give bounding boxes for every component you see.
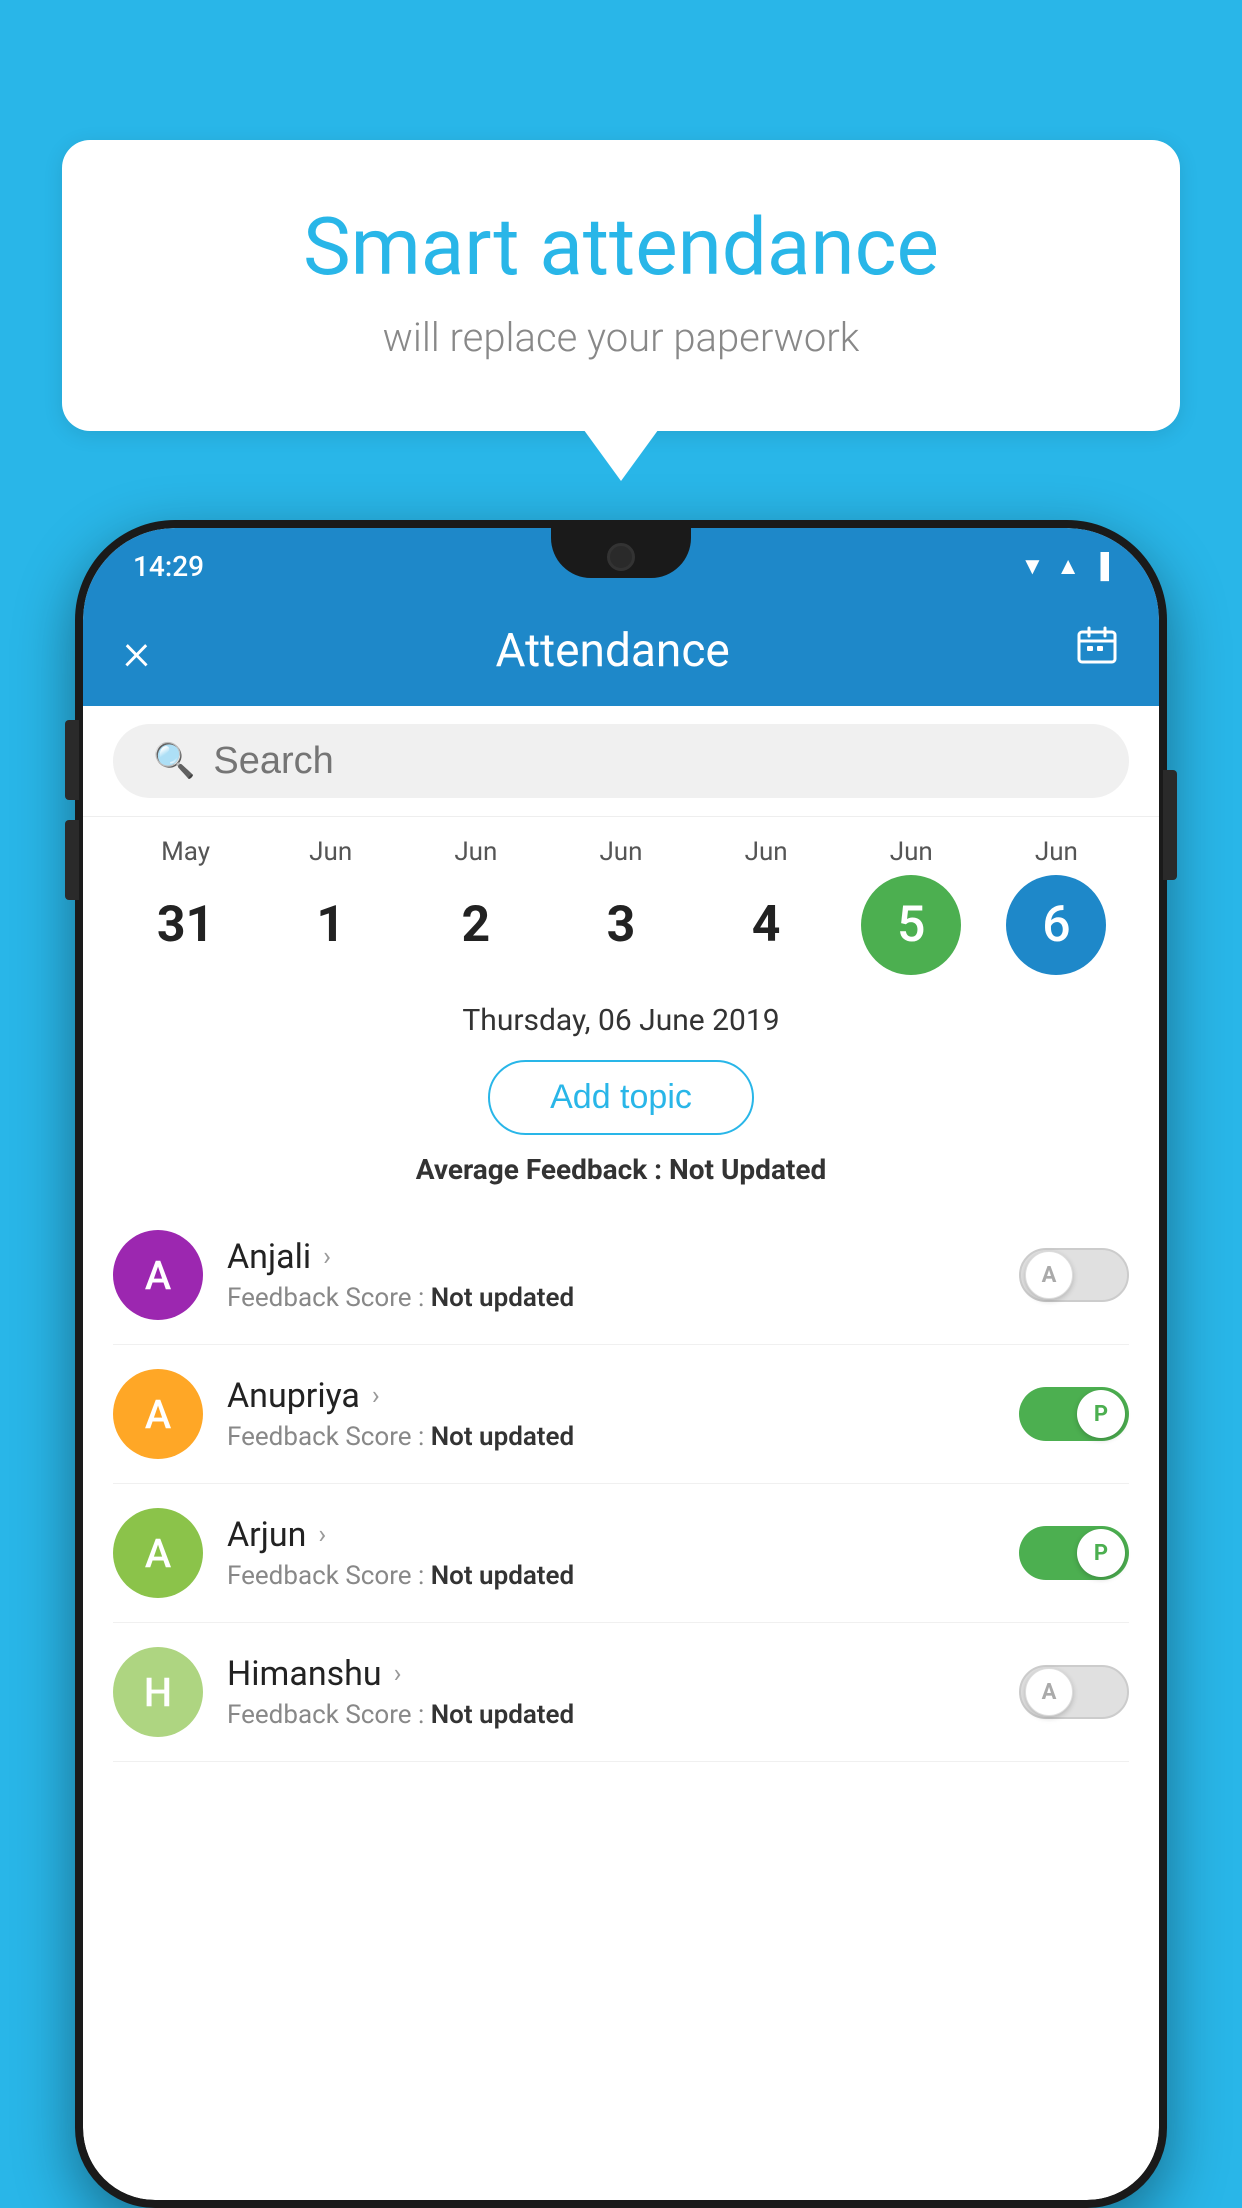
student-info: Anjali › Feedback Score : Not updated bbox=[227, 1237, 995, 1313]
search-container: 🔍 bbox=[83, 706, 1159, 817]
date-day[interactable]: 4 bbox=[716, 875, 816, 975]
date-day[interactable]: 6 bbox=[1006, 875, 1106, 975]
volume-up-button bbox=[65, 720, 79, 800]
feedback-value: Not updated bbox=[431, 1422, 574, 1452]
feedback-score: Feedback Score : Not updated bbox=[227, 1700, 995, 1730]
feedback-score: Feedback Score : Not updated bbox=[227, 1283, 995, 1313]
toggle-container[interactable]: P bbox=[1019, 1387, 1129, 1441]
date-day[interactable]: 3 bbox=[571, 875, 671, 975]
date-item[interactable]: May 31 bbox=[121, 837, 251, 975]
toggle-knob: P bbox=[1077, 1529, 1125, 1577]
date-month: Jun bbox=[1035, 837, 1078, 867]
chevron-icon: › bbox=[372, 1381, 380, 1411]
average-feedback-label: Average Feedback : bbox=[416, 1153, 662, 1186]
toggle-knob: A bbox=[1025, 1251, 1073, 1299]
avatar: A bbox=[113, 1369, 203, 1459]
attendance-toggle[interactable]: P bbox=[1019, 1526, 1129, 1580]
speech-bubble: Smart attendance will replace your paper… bbox=[62, 140, 1180, 431]
date-month: May bbox=[161, 837, 210, 867]
add-topic-button[interactable]: Add topic bbox=[488, 1060, 754, 1135]
search-input[interactable] bbox=[213, 740, 1089, 783]
phone-frame: 14:29 ▼ ▲ ▐ × Attendance bbox=[75, 520, 1167, 2208]
signal-icon: ▲ bbox=[1056, 552, 1080, 581]
screen: 14:29 ▼ ▲ ▐ × Attendance bbox=[83, 528, 1159, 2200]
date-item[interactable]: Jun 3 bbox=[556, 837, 686, 975]
phone-inner: 14:29 ▼ ▲ ▐ × Attendance bbox=[83, 528, 1159, 2200]
wifi-icon: ▼ bbox=[1020, 552, 1044, 581]
avatar: A bbox=[113, 1508, 203, 1598]
date-month: Jun bbox=[309, 837, 352, 867]
date-month: Jun bbox=[890, 837, 933, 867]
date-month: Jun bbox=[454, 837, 497, 867]
attendance-toggle[interactable]: A bbox=[1019, 1248, 1129, 1302]
toggle-container[interactable]: P bbox=[1019, 1526, 1129, 1580]
toggle-knob: A bbox=[1025, 1668, 1073, 1716]
date-item[interactable]: Jun 5 bbox=[846, 837, 976, 975]
date-day[interactable]: 31 bbox=[136, 875, 236, 975]
student-name: Anupriya › bbox=[227, 1376, 995, 1416]
date-item[interactable]: Jun 2 bbox=[411, 837, 541, 975]
date-month: Jun bbox=[745, 837, 788, 867]
avatar: A bbox=[113, 1230, 203, 1320]
avatar: H bbox=[113, 1647, 203, 1737]
attendance-toggle[interactable]: A bbox=[1019, 1665, 1129, 1719]
status-time: 14:29 bbox=[133, 550, 204, 583]
chevron-icon: › bbox=[394, 1659, 402, 1689]
date-item[interactable]: Jun 1 bbox=[266, 837, 396, 975]
student-info: Himanshu › Feedback Score : Not updated bbox=[227, 1654, 995, 1730]
feedback-score: Feedback Score : Not updated bbox=[227, 1422, 995, 1452]
status-icons: ▼ ▲ ▐ bbox=[1020, 552, 1109, 581]
feedback-value: Not updated bbox=[431, 1700, 574, 1730]
student-item[interactable]: H Himanshu › Feedback Score : Not updated A bbox=[113, 1623, 1129, 1762]
bubble-subtitle: will replace your paperwork bbox=[142, 314, 1100, 361]
student-name: Anjali › bbox=[227, 1237, 995, 1277]
speech-bubble-container: Smart attendance will replace your paper… bbox=[62, 140, 1180, 431]
date-day[interactable]: 5 bbox=[861, 875, 961, 975]
date-item[interactable]: Jun 4 bbox=[701, 837, 831, 975]
bubble-title: Smart attendance bbox=[142, 200, 1100, 294]
feedback-value: Not updated bbox=[431, 1561, 574, 1591]
chevron-icon: › bbox=[323, 1242, 331, 1272]
feedback-score: Feedback Score : Not updated bbox=[227, 1561, 995, 1591]
student-info: Arjun › Feedback Score : Not updated bbox=[227, 1515, 995, 1591]
app-bar: × Attendance bbox=[83, 596, 1159, 706]
average-feedback: Average Feedback : Not Updated bbox=[83, 1153, 1159, 1206]
app-bar-title: Attendance bbox=[150, 624, 1075, 678]
student-name: Arjun › bbox=[227, 1515, 995, 1555]
toggle-container[interactable]: A bbox=[1019, 1248, 1129, 1302]
close-icon[interactable]: × bbox=[123, 621, 150, 682]
camera bbox=[607, 543, 635, 571]
student-name: Himanshu › bbox=[227, 1654, 995, 1694]
date-day[interactable]: 2 bbox=[426, 875, 526, 975]
notch bbox=[551, 528, 691, 578]
date-month: Jun bbox=[599, 837, 642, 867]
student-item[interactable]: A Anupriya › Feedback Score : Not updated P bbox=[113, 1345, 1129, 1484]
add-topic-container: Add topic bbox=[83, 1052, 1159, 1153]
date-day[interactable]: 1 bbox=[281, 875, 381, 975]
student-item[interactable]: A Arjun › Feedback Score : Not updated P bbox=[113, 1484, 1129, 1623]
date-item[interactable]: Jun 6 bbox=[991, 837, 1121, 975]
selected-date: Thursday, 06 June 2019 bbox=[83, 985, 1159, 1052]
search-bar[interactable]: 🔍 bbox=[113, 724, 1129, 798]
feedback-value: Not updated bbox=[431, 1283, 574, 1313]
date-selector: May 31 Jun 1 Jun 2 Jun 3 Jun 4 Jun 5 Jun 6 bbox=[83, 817, 1159, 985]
search-icon: 🔍 bbox=[153, 741, 195, 781]
student-info: Anupriya › Feedback Score : Not updated bbox=[227, 1376, 995, 1452]
power-button bbox=[1163, 770, 1177, 880]
students-list: AAnjali ›Feedback Score : Not updatedAAA… bbox=[83, 1206, 1159, 1762]
chevron-icon: › bbox=[318, 1520, 326, 1550]
calendar-icon[interactable] bbox=[1075, 624, 1119, 679]
toggle-knob: P bbox=[1077, 1390, 1125, 1438]
battery-icon: ▐ bbox=[1092, 552, 1109, 581]
attendance-toggle[interactable]: P bbox=[1019, 1387, 1129, 1441]
average-feedback-value: Not Updated bbox=[669, 1153, 826, 1186]
volume-down-button bbox=[65, 820, 79, 900]
toggle-container[interactable]: A bbox=[1019, 1665, 1129, 1719]
student-item[interactable]: A Anjali › Feedback Score : Not updated A bbox=[113, 1206, 1129, 1345]
